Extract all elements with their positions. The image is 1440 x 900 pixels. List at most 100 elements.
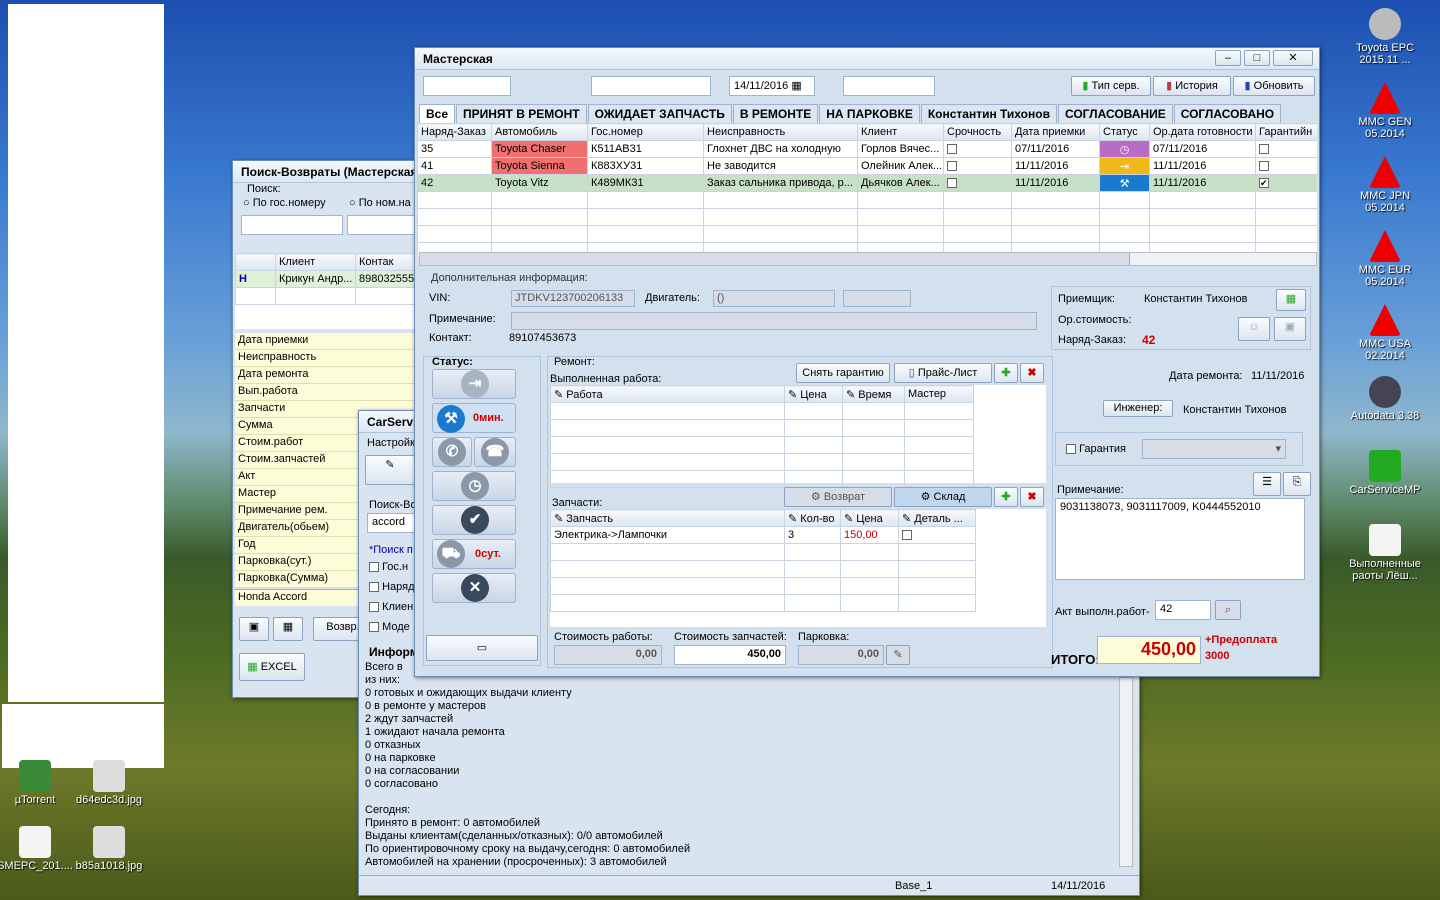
check-model[interactable]: Моде: [369, 621, 410, 633]
col-price[interactable]: ✎ Цена: [784, 385, 843, 403]
desktop-icon-carservicemp[interactable]: CarServiceMP: [1340, 450, 1430, 496]
warranty-select[interactable]: ▾: [1142, 439, 1286, 459]
delete-work-button[interactable]: ✖: [1020, 363, 1044, 383]
col-client[interactable]: Клиент: [275, 253, 356, 271]
status-parking-button[interactable]: ⛟ 0сут.: [432, 539, 516, 569]
check-client[interactable]: Клиен: [369, 601, 413, 613]
add-part-button[interactable]: ✚: [994, 487, 1018, 507]
column-header[interactable]: Гарантийн: [1255, 123, 1317, 141]
filter-input-1[interactable]: [423, 76, 511, 96]
column-header[interactable]: Дата приемки: [1011, 123, 1100, 141]
field-row[interactable]: Неисправность: [235, 350, 431, 367]
tab[interactable]: СОГЛАСОВАНО: [1173, 104, 1282, 123]
delete-part-button[interactable]: ✖: [1020, 487, 1044, 507]
tab[interactable]: НА ПАРКОВКЕ: [819, 104, 920, 123]
desktop-icon-jpg1[interactable]: d64edc3d.jpg: [64, 760, 154, 806]
note-textarea[interactable]: 9031138073, 9031117009, K0444552010: [1055, 498, 1305, 580]
status-cancel-button[interactable]: ✕: [432, 573, 516, 603]
attach-button[interactable]: ⎘: [1283, 472, 1311, 496]
desktop-icon-mmc-usa[interactable]: MMC USA 02.2014: [1340, 304, 1430, 362]
calculator-button[interactable]: ▦: [1276, 289, 1306, 311]
maximize-button[interactable]: □: [1243, 50, 1270, 66]
status-call-button[interactable]: ✆: [432, 437, 472, 467]
desktop-icon-doc[interactable]: Выполненные раоты Лёш...: [1340, 524, 1430, 582]
tab[interactable]: СОГЛАСОВАНИЕ: [1057, 104, 1173, 123]
check-order[interactable]: Наряд: [369, 581, 415, 593]
check-plate[interactable]: Гос.н: [369, 561, 408, 573]
status-wait-button[interactable]: ◷: [432, 471, 516, 501]
excel-button[interactable]: ▦ EXCEL: [239, 653, 305, 681]
tab[interactable]: ПРИНЯТ В РЕМОНТ: [456, 104, 587, 123]
act-search-button[interactable]: ⌕: [1215, 600, 1241, 620]
column-header[interactable]: Автомобиль: [491, 123, 588, 141]
calendar-icon[interactable]: ▦: [791, 80, 801, 92]
return-part-button[interactable]: ⚙ Возврат: [784, 487, 892, 507]
table-row[interactable]: Н Крикун Андр... 898032555: [235, 270, 431, 288]
stock-button[interactable]: ⚙ Склад: [894, 487, 992, 507]
column-header[interactable]: Наряд-Заказ: [417, 123, 492, 141]
col-time[interactable]: ✎ Время: [842, 385, 905, 403]
filter-input-2[interactable]: [591, 76, 711, 96]
desktop-icon-autodata[interactable]: Autodata 3.38: [1340, 376, 1430, 422]
desktop-icon-mmc-eur[interactable]: MMC EUR 05.2014: [1340, 230, 1430, 288]
table-row[interactable]: 42 Toyota Vitz К489МК31 Заказ сальника прив…: [417, 174, 1317, 192]
desktop-icon-jpg2[interactable]: b85a1018.jpg: [64, 826, 154, 872]
column-header[interactable]: Срочность: [943, 123, 1012, 141]
column-header[interactable]: Клиент: [857, 123, 944, 141]
col-master[interactable]: Мастер: [904, 385, 974, 403]
engineer-button[interactable]: Инженер:: [1103, 400, 1173, 417]
horizontal-scrollbar[interactable]: [419, 252, 1317, 266]
col-work[interactable]: ✎ Работа: [550, 385, 785, 403]
tab[interactable]: Все: [419, 104, 456, 123]
search-input[interactable]: [241, 215, 343, 235]
close-button[interactable]: ✕: [1273, 50, 1313, 66]
minimize-button[interactable]: ‒: [1214, 50, 1241, 66]
search-hint: *Поиск п: [369, 544, 413, 556]
warranty-checkbox[interactable]: Гарантия: [1066, 443, 1126, 455]
field-row[interactable]: Дата ремонта: [235, 367, 431, 384]
notes-button[interactable]: ☰: [1253, 472, 1281, 496]
desktop-icon-toyota-epc[interactable]: Toyota EPC 2015.11 ...: [1340, 8, 1430, 66]
column-header[interactable]: Ор.дата готовности: [1149, 123, 1256, 141]
col-detail[interactable]: ✎ Деталь ...: [898, 509, 976, 527]
status-in-repair-button[interactable]: ⚒ 0мин.: [432, 403, 516, 433]
col-part[interactable]: ✎ Запчасть: [550, 509, 785, 527]
act-field[interactable]: 42: [1155, 600, 1211, 620]
edit-parking-button[interactable]: ✎: [886, 645, 910, 665]
save-button[interactable]: ▭: [426, 635, 538, 661]
date-input[interactable]: 14/11/2016 ▦: [729, 76, 815, 96]
service-type-button[interactable]: ▮ Тип серв.: [1071, 76, 1151, 96]
table-row[interactable]: Электрика->Лампочки 3 150,00: [550, 526, 976, 544]
filter-input-3[interactable]: [843, 76, 935, 96]
col-qty[interactable]: ✎ Кол-во: [784, 509, 841, 527]
tab[interactable]: ОЖИДАЕТ ЗАПЧАСТЬ: [587, 104, 732, 123]
field-row[interactable]: Вып.работа: [235, 384, 431, 401]
col-price[interactable]: ✎ Цена: [840, 509, 899, 527]
column-header[interactable]: Гос.номер: [587, 123, 704, 141]
column-header[interactable]: Неисправность: [703, 123, 858, 141]
photo-button[interactable]: ▣: [1274, 317, 1306, 341]
table-row[interactable]: 35 Toyota Chaser К511АВ31 Глохнет ДВС на хо…: [417, 140, 1317, 158]
person-button[interactable]: ☺: [1238, 317, 1270, 341]
tab[interactable]: В РЕМОНТЕ: [732, 104, 819, 123]
field-row[interactable]: Дата приемки: [235, 333, 431, 350]
radio-by-number[interactable]: ○ По ном.на: [349, 197, 411, 209]
remove-warranty-button[interactable]: Снять гарантию: [796, 363, 890, 383]
status-done-button[interactable]: ✔: [432, 505, 516, 535]
calc-button[interactable]: ▦: [273, 617, 303, 641]
add-work-button[interactable]: ✚: [994, 363, 1018, 383]
scrollbar[interactable]: [1119, 677, 1133, 867]
column-header[interactable]: Статус: [1099, 123, 1150, 141]
status-phone-button[interactable]: ☎: [474, 437, 516, 467]
desktop-icon-mmc-jpn[interactable]: MMC JPN 05.2014: [1340, 156, 1430, 214]
edit-button[interactable]: ✎: [365, 455, 415, 485]
radio-by-plate[interactable]: ○ По гос.номеру: [243, 197, 326, 209]
table-row[interactable]: 41 Toyota Sienna К883ХУ31 Не заводится Олейн…: [417, 157, 1317, 175]
history-button[interactable]: ▮ История: [1153, 76, 1231, 96]
photo-button[interactable]: ▣: [239, 617, 269, 641]
status-accepted-button[interactable]: ⇥: [432, 369, 516, 399]
tab[interactable]: Константин Тихонов: [920, 104, 1057, 123]
price-list-button[interactable]: ▯ Прайс-Лист: [894, 363, 992, 383]
refresh-button[interactable]: ▮ Обновить: [1233, 76, 1315, 96]
desktop-icon-mmc-gen[interactable]: MMC GEN 05.2014: [1340, 82, 1430, 140]
